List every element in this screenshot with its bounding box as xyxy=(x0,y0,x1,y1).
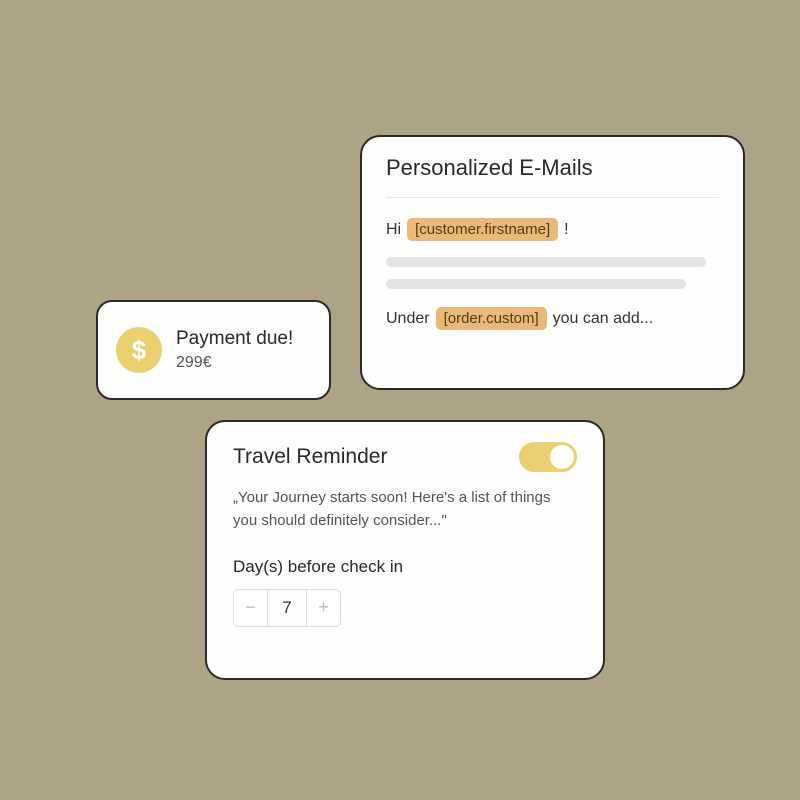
travel-header: Travel Reminder xyxy=(233,442,577,472)
line2-suffix: you can add... xyxy=(553,310,654,328)
payment-text: Payment due! 299€ xyxy=(176,328,293,372)
travel-reminder-card: Travel Reminder „Your Journey starts soo… xyxy=(205,420,605,680)
emails-heading: Personalized E-Mails xyxy=(386,155,719,198)
personalized-emails-card: Personalized E-Mails Hi [customer.firstn… xyxy=(360,135,745,390)
greeting-suffix: ! xyxy=(564,221,568,239)
stepper-value: 7 xyxy=(268,590,306,626)
greeting-prefix: Hi xyxy=(386,221,401,239)
order-custom-tag[interactable]: [order.custom] xyxy=(436,307,547,330)
travel-toggle[interactable] xyxy=(519,442,577,472)
email-greeting-line: Hi [customer.firstname] ! xyxy=(386,218,719,241)
payment-amount: 299€ xyxy=(176,354,293,372)
line2-prefix: Under xyxy=(386,310,430,328)
payment-title: Payment due! xyxy=(176,328,293,350)
travel-heading: Travel Reminder xyxy=(233,445,387,469)
dollar-icon: $ xyxy=(116,327,162,373)
travel-message: „Your Journey starts soon! Here's a list… xyxy=(233,486,577,533)
customer-firstname-tag[interactable]: [customer.firstname] xyxy=(407,218,558,241)
stepper-plus-button[interactable]: + xyxy=(306,590,340,626)
placeholder-line xyxy=(386,257,706,267)
email-order-line: Under [order.custom] you can add... xyxy=(386,307,719,330)
stepper-minus-button[interactable]: − xyxy=(234,590,268,626)
days-stepper: − 7 + xyxy=(233,589,341,627)
toggle-knob xyxy=(550,445,574,469)
placeholder-line xyxy=(386,279,686,289)
payment-due-card: $ Payment due! 299€ xyxy=(96,300,331,400)
days-before-label: Day(s) before check in xyxy=(233,557,577,577)
